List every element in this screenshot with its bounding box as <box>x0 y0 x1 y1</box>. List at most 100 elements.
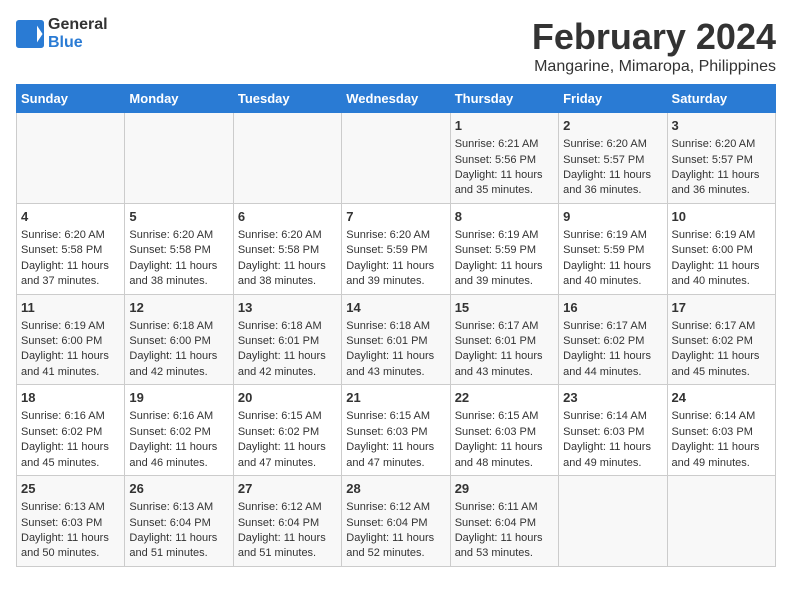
cell-line: Daylight: 11 hours <box>238 350 326 362</box>
cell-line: and 47 minutes. <box>346 457 424 469</box>
cell-line: Sunset: 5:57 PM <box>672 154 753 166</box>
cell-line: Sunrise: 6:21 AM <box>455 138 539 150</box>
cell-line: Sunset: 6:02 PM <box>563 335 644 347</box>
day-number: 9 <box>563 208 662 226</box>
cell-line: Daylight: 11 hours <box>238 532 326 544</box>
cell-line: Sunset: 6:01 PM <box>455 335 536 347</box>
cell-line: Sunset: 6:01 PM <box>346 335 427 347</box>
calendar-cell: 15Sunrise: 6:17 AMSunset: 6:01 PMDayligh… <box>450 294 558 385</box>
cell-line: Sunrise: 6:15 AM <box>238 410 322 422</box>
logo: General Blue <box>16 16 108 52</box>
calendar-cell: 26Sunrise: 6:13 AMSunset: 6:04 PMDayligh… <box>125 476 233 567</box>
calendar-cell: 9Sunrise: 6:19 AMSunset: 5:59 PMDaylight… <box>559 203 667 294</box>
calendar-cell: 17 Sunrise: 6:17 AM Sunset: 6:02 PM Dayligh… <box>667 294 775 385</box>
calendar-cell: 6Sunrise: 6:20 AMSunset: 5:58 PMDaylight… <box>233 203 341 294</box>
day-number: 28 <box>346 480 445 498</box>
calendar-cell: 13Sunrise: 6:18 AMSunset: 6:01 PMDayligh… <box>233 294 341 385</box>
cell-line: Daylight: 11 hours <box>672 260 760 272</box>
cell-line: Daylight: 11 hours <box>672 350 760 362</box>
calendar-cell: 18Sunrise: 6:16 AMSunset: 6:02 PMDayligh… <box>17 385 125 476</box>
cell-line: Sunset: 6:04 PM <box>238 517 319 529</box>
cell-line: Daylight: 11 hours <box>563 350 651 362</box>
cell-line: and 38 minutes. <box>238 275 316 287</box>
calendar-cell: 25Sunrise: 6:13 AMSunset: 6:03 PMDayligh… <box>17 476 125 567</box>
day-number: 23 <box>563 389 662 407</box>
cell-line: and 40 minutes. <box>672 275 750 287</box>
cell-line: and 42 minutes. <box>129 366 207 378</box>
cell-line: Daylight: 11 hours <box>455 260 543 272</box>
cell-line: and 44 minutes. <box>563 366 641 378</box>
cell-line: Sunrise: 6:19 AM <box>672 229 756 241</box>
cell-line: Sunset: 6:02 PM <box>129 426 210 438</box>
day-number: 22 <box>455 389 554 407</box>
cell-line: Sunrise: 6:14 AM <box>563 410 647 422</box>
day-number: 14 <box>346 299 445 317</box>
cell-line: and 47 minutes. <box>238 457 316 469</box>
cell-line: and 49 minutes. <box>672 457 750 469</box>
cell-content: 21Sunrise: 6:15 AMSunset: 6:03 PMDayligh… <box>346 389 445 471</box>
cell-line: Sunrise: 6:13 AM <box>21 501 105 513</box>
cell-line: Daylight: 11 hours <box>563 441 651 453</box>
cell-line: Sunset: 6:03 PM <box>672 426 753 438</box>
day-number: 2 <box>563 117 662 135</box>
cell-line: Sunset: 5:57 PM <box>563 154 644 166</box>
cell-line: and 49 minutes. <box>563 457 641 469</box>
day-number: 17 <box>672 299 771 317</box>
cell-content: 18Sunrise: 6:16 AMSunset: 6:02 PMDayligh… <box>21 389 120 471</box>
cell-line: and 36 minutes. <box>672 184 750 196</box>
calendar-cell: 14 Sunrise: 6:18 AM Sunset: 6:01 PM Dayligh… <box>342 294 450 385</box>
cell-content: 5Sunrise: 6:20 AMSunset: 5:58 PMDaylight… <box>129 208 228 290</box>
title-area: February 2024 Mangarine, Mimaropa, Phili… <box>532 16 776 76</box>
cell-line: Sunrise: 6:18 AM <box>238 320 322 332</box>
calendar-cell: 19Sunrise: 6:16 AMSunset: 6:02 PMDayligh… <box>125 385 233 476</box>
cell-line: Sunrise: 6:13 AM <box>129 501 213 513</box>
header: General Blue February 2024 Mangarine, Mi… <box>16 16 776 76</box>
cell-line: Daylight: 11 hours <box>346 350 434 362</box>
cell-line: and 46 minutes. <box>129 457 207 469</box>
cell-line: Sunset: 6:03 PM <box>563 426 644 438</box>
cell-line: Sunrise: 6:19 AM <box>563 229 647 241</box>
day-number: 10 <box>672 208 771 226</box>
calendar-cell <box>667 476 775 567</box>
calendar-cell: 28Sunrise: 6:12 AMSunset: 6:04 PMDayligh… <box>342 476 450 567</box>
day-of-week-header: Saturday <box>667 85 775 113</box>
cell-line: Daylight: 11 hours <box>346 441 434 453</box>
cell-line: and 50 minutes. <box>21 547 99 559</box>
cell-line: Sunset: 6:02 PM <box>672 335 753 347</box>
cell-line: Sunrise: 6:20 AM <box>346 229 430 241</box>
cell-line: Daylight: 11 hours <box>129 260 217 272</box>
cell-line: Sunrise: 6:17 AM <box>672 320 756 332</box>
cell-line: Sunrise: 6:18 AM <box>346 320 430 332</box>
cell-content: 22Sunrise: 6:15 AMSunset: 6:03 PMDayligh… <box>455 389 554 471</box>
cell-line: and 38 minutes. <box>129 275 207 287</box>
cell-line: Sunrise: 6:15 AM <box>346 410 430 422</box>
day-number: 25 <box>21 480 120 498</box>
cell-line: Sunset: 6:00 PM <box>21 335 102 347</box>
logo-icon <box>16 20 44 48</box>
cell-line: and 42 minutes. <box>238 366 316 378</box>
cell-content: 26Sunrise: 6:13 AMSunset: 6:04 PMDayligh… <box>129 480 228 562</box>
cell-line: Sunrise: 6:17 AM <box>563 320 647 332</box>
calendar-cell: 8Sunrise: 6:19 AMSunset: 5:59 PMDaylight… <box>450 203 558 294</box>
cell-content: 20Sunrise: 6:15 AMSunset: 6:02 PMDayligh… <box>238 389 337 471</box>
calendar-table: SundayMondayTuesdayWednesdayThursdayFrid… <box>16 84 776 567</box>
cell-line: and 40 minutes. <box>563 275 641 287</box>
day-number: 6 <box>238 208 337 226</box>
calendar-cell: 11Sunrise: 6:19 AMSunset: 6:00 PMDayligh… <box>17 294 125 385</box>
calendar-cell: 16Sunrise: 6:17 AMSunset: 6:02 PMDayligh… <box>559 294 667 385</box>
day-number: 29 <box>455 480 554 498</box>
cell-line: Sunrise: 6:19 AM <box>21 320 105 332</box>
cell-line: Daylight: 11 hours <box>129 350 217 362</box>
cell-line: and 37 minutes. <box>21 275 99 287</box>
cell-line: Daylight: 11 hours <box>455 532 543 544</box>
cell-line: Sunset: 6:03 PM <box>21 517 102 529</box>
cell-line: Sunset: 6:00 PM <box>129 335 210 347</box>
calendar-cell: 24Sunrise: 6:14 AMSunset: 6:03 PMDayligh… <box>667 385 775 476</box>
cell-content: 23 Sunrise: 6:14 AM Sunset: 6:03 PM Dayligh… <box>563 389 662 471</box>
cell-line: Daylight: 11 hours <box>346 260 434 272</box>
cell-content: 11Sunrise: 6:19 AMSunset: 6:00 PMDayligh… <box>21 299 120 381</box>
calendar-cell <box>17 113 125 204</box>
cell-line: and 51 minutes. <box>129 547 207 559</box>
calendar-cell: 29Sunrise: 6:11 AMSunset: 6:04 PMDayligh… <box>450 476 558 567</box>
cell-line: Daylight: 11 hours <box>238 260 326 272</box>
